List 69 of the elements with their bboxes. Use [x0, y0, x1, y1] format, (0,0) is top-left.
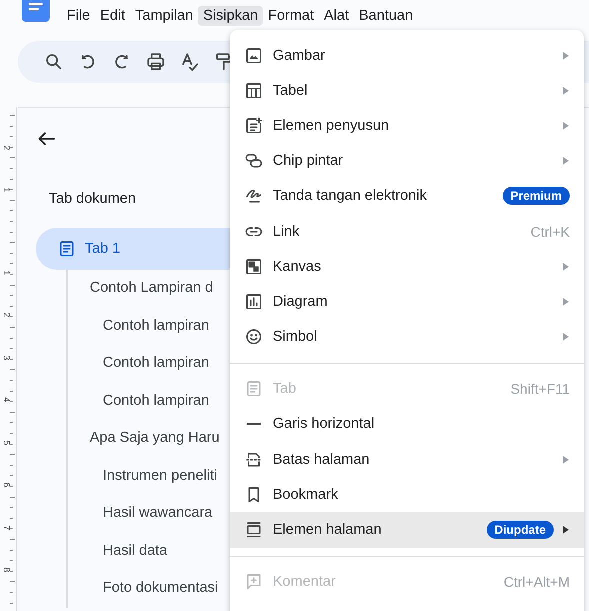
- submenu-arrow-icon: [562, 456, 570, 464]
- ruler-number: 3: [2, 354, 12, 362]
- ruler-number: 1: [2, 186, 12, 194]
- outline-heading[interactable]: Instrumen peneliti: [103, 458, 218, 495]
- menu-option[interactable]: Tanda tangan elektronik Premium: [230, 178, 584, 214]
- outline-heading[interactable]: Foto dokumentasi: [103, 570, 218, 608]
- table-icon: [245, 82, 263, 100]
- outline-heading[interactable]: Apa Saja yang Haru: [90, 420, 220, 458]
- building-block-icon: [245, 116, 263, 135]
- ruler-number: 2: [2, 144, 12, 152]
- chip-icon: [245, 152, 263, 170]
- shortcut-hint: Shift+F11: [510, 381, 570, 398]
- canvas-icon: [245, 258, 263, 276]
- menu-option[interactable]: Garis horizontal: [230, 406, 584, 442]
- menu-option[interactable]: Diagram: [230, 284, 584, 320]
- ruler-number: 5: [2, 438, 12, 448]
- menu-item[interactable]: Format: [263, 6, 320, 26]
- shortcut-hint: Ctrl+K: [530, 224, 570, 240]
- status-badge: Diupdate: [486, 521, 554, 540]
- outline-heading[interactable]: Contoh lampiran: [103, 382, 210, 420]
- ruler-number: 7: [2, 524, 12, 532]
- outline-heading[interactable]: Contoh Lampiran d: [90, 270, 214, 308]
- ruler-number: 6: [2, 481, 12, 490]
- submenu-arrow-icon: [562, 333, 570, 342]
- submenu-arrow-icon: [562, 52, 570, 60]
- status-badge: Premium: [502, 187, 570, 206]
- ruler-number: 1: [2, 268, 12, 278]
- image-icon: [245, 46, 263, 65]
- menu-item[interactable]: Tampilan: [130, 6, 198, 26]
- ruler-number: 2: [2, 311, 12, 320]
- menu-option[interactable]: Gambar: [230, 38, 584, 74]
- outline-heading[interactable]: Hasil data: [103, 532, 168, 570]
- menu-option[interactable]: Batas halaman: [230, 442, 584, 478]
- outline-heading[interactable]: Hasil wawancara: [103, 495, 213, 532]
- menu-option[interactable]: Simbol: [230, 320, 584, 355]
- menu-option[interactable]: Tabel: [230, 73, 584, 108]
- print-icon: [146, 52, 166, 72]
- submenu-arrow-icon: [562, 526, 570, 534]
- submenu-arrow-icon: [562, 298, 570, 306]
- menu-item[interactable]: Sisipkan: [198, 6, 264, 26]
- menu-option[interactable]: Elemen penyusun: [230, 108, 584, 144]
- outline-heading[interactable]: Contoh lampiran: [103, 308, 210, 345]
- search-icon: [44, 52, 64, 72]
- menu-option[interactable]: Chip pintar: [230, 144, 584, 179]
- emoji-icon: [245, 328, 263, 346]
- outline-heading[interactable]: Contoh lampiran: [103, 345, 210, 382]
- chart-icon: [245, 292, 263, 311]
- page-break-icon: [245, 450, 263, 469]
- menu-option[interactable]: Bookmark: [230, 477, 584, 512]
- shortcut-hint: Ctrl+Alt+M: [504, 574, 570, 590]
- submenu-arrow-icon: [562, 157, 570, 166]
- menu-item[interactable]: Edit: [95, 6, 130, 26]
- signature-icon: [245, 187, 263, 206]
- menu-option[interactable]: Elemen halaman Diupdate: [230, 512, 584, 548]
- horizontal-line-icon: [247, 423, 261, 426]
- document-icon: [245, 380, 263, 398]
- submenu-arrow-icon: [562, 262, 570, 271]
- panel-title: Tab dokumen: [49, 191, 136, 207]
- page-element-icon: [245, 521, 263, 540]
- spellcheck-icon: [180, 52, 200, 72]
- ruler-number: 4: [2, 396, 12, 404]
- submenu-arrow-icon: [562, 86, 570, 95]
- menu-item[interactable]: File: [62, 6, 96, 26]
- menu-item[interactable]: Bantuan: [354, 6, 418, 26]
- submenu-arrow-icon: [562, 122, 570, 130]
- ruler-number: 8: [2, 566, 12, 574]
- document-icon: [58, 240, 76, 258]
- menu-item[interactable]: Alat: [319, 6, 354, 26]
- comment-icon: [245, 573, 263, 592]
